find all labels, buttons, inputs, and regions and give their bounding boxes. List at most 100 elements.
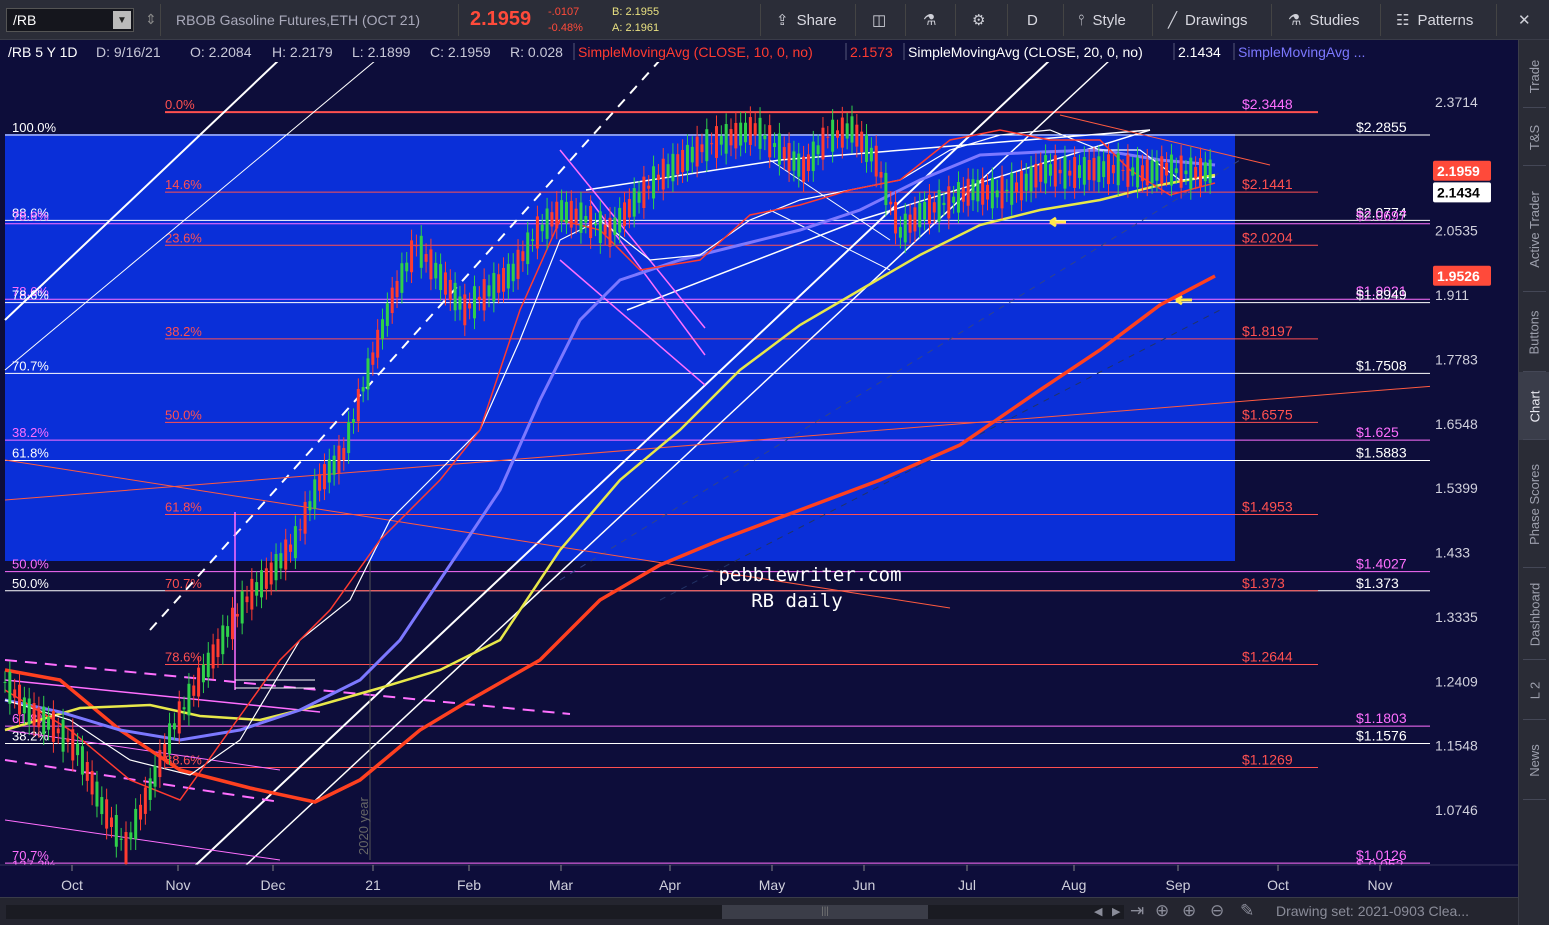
candle-body bbox=[318, 474, 322, 491]
zoom-in-icon[interactable]: ⊕ bbox=[1182, 901, 1196, 921]
snapshot-button[interactable]: ◫ bbox=[862, 0, 896, 40]
close-icon: ✕ bbox=[1518, 12, 1531, 29]
flask-button[interactable]: ⚗ bbox=[913, 0, 946, 40]
candle-body bbox=[13, 689, 17, 698]
top-toolbar: /RB ▼ ⇕ RBOB Gasoline Futures,ETH (OCT 2… bbox=[0, 0, 1549, 40]
candle-body bbox=[56, 728, 60, 734]
sidebar-tab-label: Phase Scores bbox=[1527, 463, 1542, 545]
sidebar-tab-l-2[interactable]: L 2 bbox=[1519, 660, 1549, 720]
candle-body bbox=[995, 190, 999, 198]
chart-area[interactable]: 0.0% $2.3448 100.0% $2.2855 14.6% $2.1441 88.6… bbox=[0, 40, 1518, 900]
candle-body bbox=[105, 799, 109, 829]
candle-body bbox=[448, 279, 452, 301]
candle-body bbox=[351, 419, 355, 423]
sidebar-tab-t-s[interactable]: T&S bbox=[1519, 108, 1549, 166]
sidebar-tab-phase-scores[interactable]: Phase Scores bbox=[1519, 440, 1549, 568]
x-tick-label: Sep bbox=[1166, 877, 1191, 893]
scroll-right-icon[interactable]: ▶ bbox=[1112, 905, 1120, 918]
period-button[interactable]: D bbox=[1017, 0, 1048, 40]
candle-body bbox=[642, 176, 646, 209]
candle-body bbox=[148, 778, 152, 800]
candle-body bbox=[1208, 159, 1212, 184]
candle-body bbox=[506, 263, 510, 289]
right-sidebar: Trade T&S Active Trader Buttons Chart Phase S… bbox=[1518, 40, 1549, 925]
close-button[interactable]: ✕ bbox=[1508, 0, 1541, 40]
sidebar-tab-trade[interactable]: Trade bbox=[1519, 44, 1549, 108]
candle-body bbox=[414, 245, 418, 247]
sidebar-tab-label: Dashboard bbox=[1527, 582, 1543, 646]
candle-body bbox=[903, 213, 907, 243]
header-sma50-label: SimpleMovingAvg ... bbox=[1238, 44, 1365, 60]
candle-body bbox=[932, 202, 936, 213]
settings-button[interactable]: ⚙ bbox=[962, 0, 995, 40]
chevron-down-icon[interactable]: ▼ bbox=[113, 11, 131, 29]
candle-body bbox=[1165, 162, 1169, 176]
crosshair-icon[interactable]: ⊕ bbox=[1155, 901, 1169, 921]
candle-body bbox=[952, 196, 956, 203]
symbol-selector[interactable]: /RB ▼ bbox=[6, 8, 134, 32]
share-button[interactable]: ⇪ Share bbox=[766, 0, 847, 40]
candle-body bbox=[477, 296, 481, 300]
candle-body bbox=[37, 707, 41, 728]
fib-left-label: 50.0% bbox=[165, 407, 202, 422]
candle-body bbox=[714, 126, 718, 158]
watermark-site: pebblewriter.com bbox=[718, 564, 901, 586]
candle-body bbox=[1010, 173, 1014, 205]
candle-body bbox=[61, 719, 65, 752]
sidebar-tab-buttons[interactable]: Buttons bbox=[1519, 292, 1549, 372]
header-close: C: 2.1959 bbox=[430, 44, 491, 60]
sidebar-tab-news[interactable]: News bbox=[1519, 720, 1549, 800]
candle-body bbox=[540, 224, 544, 232]
flask-icon: ⚗ bbox=[923, 12, 937, 29]
candle-body bbox=[100, 797, 104, 815]
candle-body bbox=[961, 187, 965, 202]
candle-body bbox=[192, 685, 196, 696]
drawing-pencil-icon[interactable]: ✎ bbox=[1240, 901, 1254, 921]
candle-body bbox=[182, 707, 186, 710]
zoom-out-icon[interactable]: ⊖ bbox=[1210, 901, 1224, 921]
header-sma10-value: 2.1573 bbox=[850, 44, 893, 60]
candle-body bbox=[66, 738, 70, 742]
candle-body bbox=[700, 144, 704, 153]
time-scrollbar[interactable] bbox=[6, 905, 1124, 919]
ask-price: A: 2.1961 bbox=[612, 22, 660, 34]
candle-body bbox=[71, 729, 75, 761]
fib-left-label: 100.0% bbox=[12, 120, 57, 135]
candle-body bbox=[221, 625, 225, 655]
candle-body bbox=[855, 124, 859, 147]
link-icon[interactable]: ⇕ bbox=[145, 11, 157, 28]
candle-body bbox=[1136, 157, 1140, 188]
drawings-button[interactable]: ╱ Drawings bbox=[1158, 0, 1258, 40]
candle-body bbox=[956, 182, 960, 213]
candle-body bbox=[666, 164, 670, 178]
candle-body bbox=[531, 239, 535, 242]
style-button[interactable]: ⫯ Style bbox=[1068, 0, 1136, 40]
candle-body bbox=[613, 217, 617, 235]
candle-body bbox=[42, 706, 46, 735]
candle-body bbox=[439, 264, 443, 291]
candle-body bbox=[492, 273, 496, 302]
sidebar-tab-chart[interactable]: Chart bbox=[1519, 372, 1549, 440]
candle-body bbox=[986, 184, 990, 200]
sidebar-tab-dashboard[interactable]: Dashboard bbox=[1519, 568, 1549, 660]
candle-body bbox=[172, 723, 176, 730]
drawing-set-label[interactable]: Drawing set: 2021-0903 Clea... bbox=[1276, 903, 1469, 919]
sidebar-tab-active-trader[interactable]: Active Trader bbox=[1519, 166, 1549, 292]
scrollbar-thumb[interactable]: ||| bbox=[722, 905, 928, 919]
expand-icon[interactable]: ⇥ bbox=[1130, 901, 1144, 921]
candle-body bbox=[560, 200, 564, 222]
patterns-button[interactable]: ☷ Patterns bbox=[1386, 0, 1483, 40]
studies-button[interactable]: ⚗ Studies bbox=[1278, 0, 1370, 40]
candle-body bbox=[419, 235, 423, 268]
candle-body bbox=[690, 146, 694, 163]
candle-body bbox=[773, 143, 777, 148]
price-chart[interactable]: 0.0% $2.3448100.0% $2.285514.6% $2.144188.6… bbox=[0, 40, 1518, 897]
flask-icon: ⚗ bbox=[1288, 12, 1302, 29]
candle-body bbox=[187, 683, 191, 716]
candle-body bbox=[284, 539, 288, 570]
candle-body bbox=[942, 202, 946, 206]
price-tag-label: 2.1434 bbox=[1437, 184, 1480, 200]
candle-body bbox=[1063, 156, 1067, 189]
scroll-left-icon[interactable]: ◀ bbox=[1094, 905, 1102, 918]
x-tick-label: Jun bbox=[853, 877, 876, 893]
